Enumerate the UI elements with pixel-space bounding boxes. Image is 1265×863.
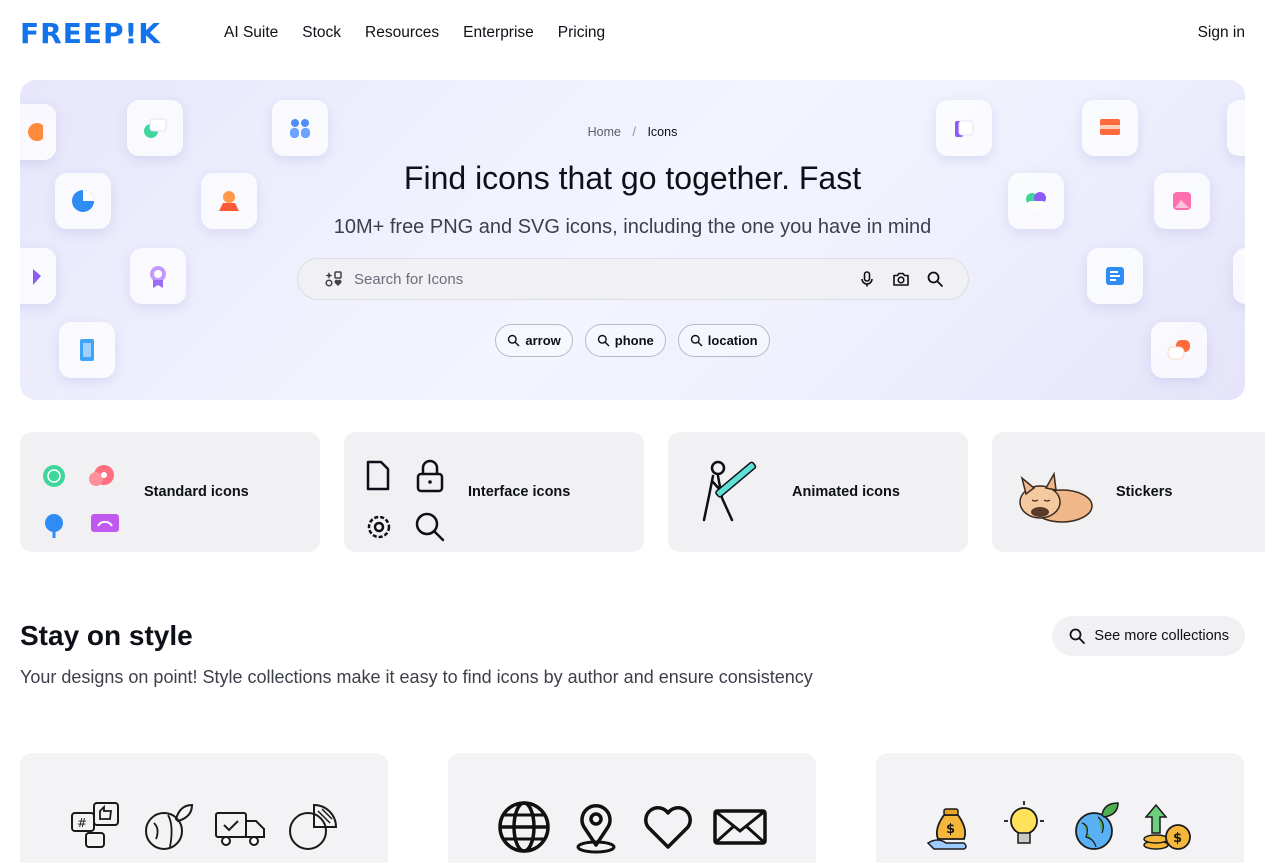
category-label: Interface icons [468, 484, 571, 500]
collection-preview: $ $ [876, 799, 1244, 855]
standard-icons-thumbnail [43, 465, 119, 538]
nav-stock[interactable]: Stock [302, 22, 341, 44]
collection-preview: # [20, 799, 388, 855]
nav-resources[interactable]: Resources [365, 22, 439, 44]
earth-plant-icon [1075, 802, 1119, 850]
animated-icons-thumbnail [702, 460, 757, 522]
search-icon [690, 334, 703, 347]
collection-card[interactable]: # [20, 753, 388, 863]
sign-in-link[interactable]: Sign in [1198, 22, 1245, 44]
main-nav: AI Suite Stock Resources Enterprise Pric… [224, 22, 605, 44]
top-header: FREEP!K AI Suite Stock Resources Enterpr… [0, 0, 1265, 68]
category-label: Standard icons [144, 484, 249, 500]
search-icon [508, 334, 520, 347]
section-subtitle: Your designs on point! Style collections… [20, 667, 813, 687]
breadcrumb-separator: / [632, 125, 636, 139]
chip-phone[interactable]: phone [584, 324, 666, 357]
location-pin-icon [576, 804, 616, 854]
mail-icon [713, 809, 767, 845]
collection-card[interactable] [448, 753, 816, 863]
search-icon[interactable] [926, 270, 944, 288]
svg-text:#: # [77, 816, 87, 830]
collection-card[interactable]: $ $ [876, 753, 1244, 863]
camera-icon[interactable] [892, 270, 910, 288]
heart-icon [644, 806, 692, 849]
chip-arrow[interactable]: arrow [495, 324, 573, 357]
category-standard-icons[interactable]: Standard icons [20, 432, 320, 552]
search-icon [1070, 628, 1086, 644]
interface-icons-thumbnail [366, 459, 445, 542]
coins-growth-icon: $ [1143, 803, 1191, 850]
suggestion-chips: arrow phone location [20, 324, 1245, 357]
chip-location[interactable]: location [677, 324, 770, 357]
badge-icon [130, 248, 186, 304]
search-bar[interactable]: Search for Icons [297, 258, 969, 300]
social-media-icon: # [71, 802, 119, 848]
chip-label: phone [614, 333, 654, 348]
see-more-label: See more collections [1094, 628, 1229, 644]
breadcrumb: Home / Icons [20, 125, 1245, 139]
see-more-collections-button[interactable]: See more collections [1052, 616, 1245, 656]
delivery-truck-icon [215, 812, 265, 846]
search-icon [597, 334, 610, 347]
search-input[interactable]: Search for Icons [354, 271, 858, 288]
nav-ai-suite[interactable]: AI Suite [224, 22, 278, 44]
collection-preview [448, 799, 816, 855]
light-bulb-icon [1004, 801, 1044, 844]
sleeping-dog-sticker-icon [1019, 471, 1093, 523]
asset-type-icon[interactable] [325, 270, 343, 288]
pie-chart-icon [289, 803, 338, 850]
category-stickers[interactable]: Stickers [992, 432, 1265, 552]
page-title: Find icons that go together. Fast [403, 160, 862, 196]
category-label: Animated icons [792, 484, 900, 500]
category-interface-icons[interactable]: Interface icons [344, 432, 644, 552]
logo-text: FREEP!K [20, 17, 161, 50]
svg-text:$: $ [1173, 831, 1182, 846]
style-collections: # $ $ [20, 753, 1244, 863]
svg-text:$: $ [946, 822, 955, 837]
chip-label: location [707, 333, 758, 348]
category-label: Stickers [1116, 484, 1173, 500]
page-subtitle: 10M+ free PNG and SVG icons, including t… [333, 216, 932, 238]
partial-tile-icon-2 [1233, 248, 1245, 304]
chip-label: arrow [525, 333, 561, 348]
microphone-icon[interactable] [858, 270, 876, 288]
money-bag-icon: $ [926, 808, 967, 850]
section-title: Stay on style [20, 620, 193, 651]
breadcrumb-home[interactable]: Home [588, 125, 621, 139]
freepik-logo[interactable]: FREEP!K [20, 20, 161, 48]
list-icon [1087, 248, 1143, 304]
globe-icon [498, 801, 550, 853]
hero-banner: Home / Icons Find icons that go together… [20, 80, 1245, 400]
eco-globe-icon [145, 803, 194, 850]
nav-pricing[interactable]: Pricing [558, 22, 605, 44]
nav-enterprise[interactable]: Enterprise [463, 22, 534, 44]
breadcrumb-current: Icons [647, 125, 678, 139]
icon-categories: Standard icons Interface icons Animated … [20, 432, 1265, 552]
category-animated-icons[interactable]: Animated icons [668, 432, 968, 552]
gem-icon [20, 248, 56, 304]
